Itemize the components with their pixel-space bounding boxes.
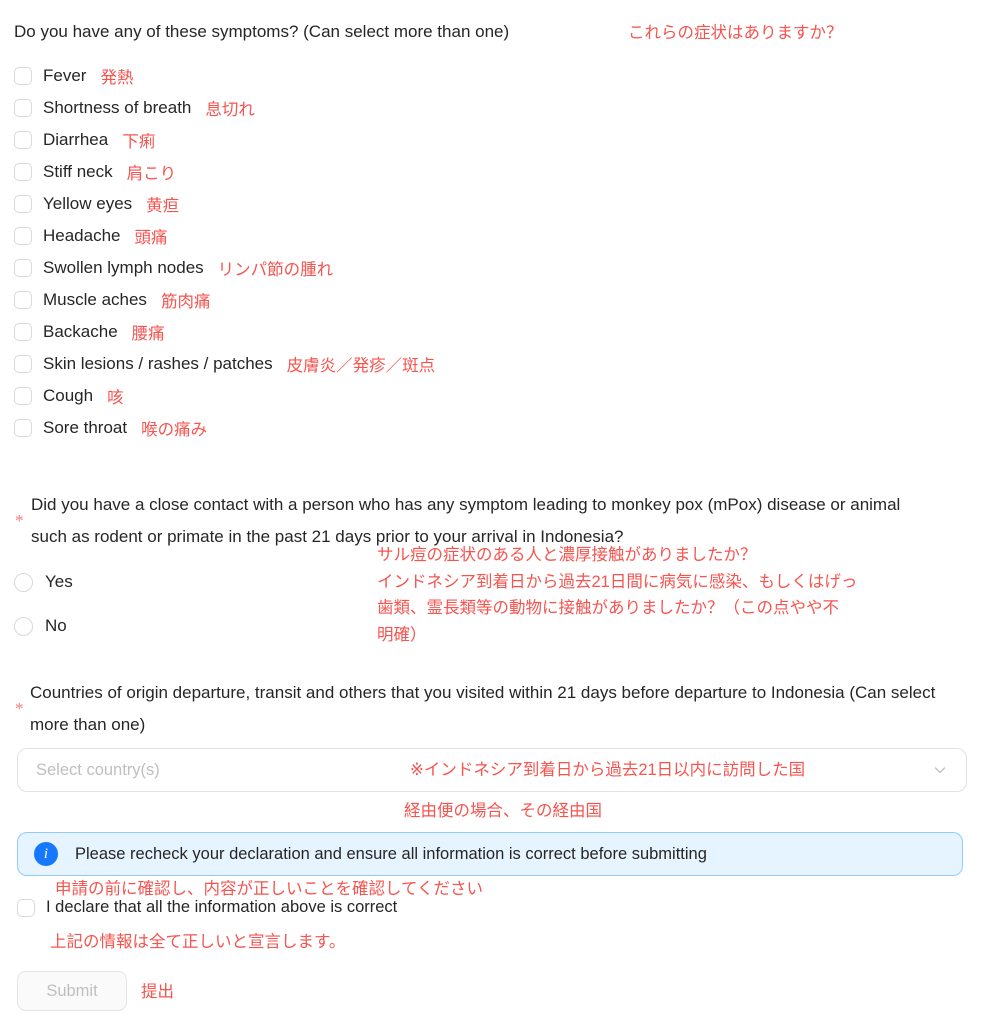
symptom-checkbox[interactable] — [14, 323, 32, 341]
symptom-annotation: 筋肉痛 — [160, 293, 211, 311]
symptom-label: Muscle aches — [43, 290, 147, 309]
symptoms-question-annotation: これらの症状はありますか？ — [628, 24, 843, 42]
symptom-annotation: 発熱 — [100, 69, 134, 87]
mpox-question-annotation: サル痘の症状のある人と濃厚接触がありましたか？ インドネシア到着日から過去21日… — [377, 542, 937, 649]
mpox-option-yes[interactable]: Yes — [14, 560, 73, 604]
countries-required-asterisk: * — [15, 699, 24, 718]
symptom-label: Sore throat — [43, 418, 128, 437]
symptom-item-sore-throat[interactable]: Sore throat 喉の痛み — [14, 412, 914, 444]
symptom-label: Cough — [43, 386, 94, 405]
countries-annotation-line-1: ※インドネシア到着日から過去21日以内に訪問した国 — [410, 761, 806, 779]
symptom-checkbox[interactable] — [14, 131, 32, 149]
info-banner-text: Please recheck your declaration and ensu… — [75, 844, 707, 863]
symptom-item-yellow-eyes[interactable]: Yellow eyes 黄疸 — [14, 188, 914, 220]
symptom-checkbox[interactable] — [14, 387, 32, 405]
symptom-checkbox[interactable] — [14, 163, 32, 181]
mpox-annotation-line-2: インドネシア到着日から過去21日間に病気に感染、もしくはげっ — [377, 572, 858, 591]
symptom-label: Diarrhea — [43, 130, 109, 149]
symptom-annotation: 下痢 — [122, 133, 156, 151]
symptom-annotation: 咳 — [107, 389, 124, 407]
mpox-annotation-line-3: 歯類、霊長類等の動物に接触がありましたか？（この点やや不 — [377, 599, 839, 618]
symptom-label: Stiff neck — [43, 162, 113, 181]
radio-label: Yes — [45, 572, 73, 591]
declaration-label: I declare that all the information above… — [46, 898, 398, 916]
radio-button[interactable] — [14, 572, 33, 592]
countries-question-label: Countries of origin departure, transit a… — [30, 683, 936, 734]
symptom-annotation: 皮膚炎／発疹／斑点 — [286, 357, 436, 375]
symptoms-checkbox-group: Fever 発熱 Shortness of breath 息切れ Diarrhe… — [14, 60, 914, 444]
symptom-item-diarrhea[interactable]: Diarrhea 下痢 — [14, 124, 914, 156]
symptom-label: Backache — [43, 322, 118, 341]
symptom-label: Skin lesions / rashes / patches — [43, 354, 273, 373]
declaration-checkbox[interactable] — [17, 898, 35, 917]
declaration-annotation: 上記の情報は全て正しいと宣言します。 — [50, 933, 346, 951]
mpox-annotation-line-1: サル痘の症状のある人と濃厚接触がありましたか？ — [377, 546, 757, 564]
info-banner: i Please recheck your declaration and en… — [17, 832, 963, 876]
declaration-checkbox-row[interactable]: I declare that all the information above… — [17, 898, 397, 917]
symptom-label: Swollen lymph nodes — [43, 258, 204, 277]
countries-annotation-line-2: 経由便の場合、その経由国 — [404, 802, 602, 820]
symptom-checkbox[interactable] — [14, 291, 32, 309]
symptom-item-shortness-of-breath[interactable]: Shortness of breath 息切れ — [14, 92, 914, 124]
symptom-item-fever[interactable]: Fever 発熱 — [14, 60, 914, 92]
submit-annotation: 提出 — [141, 983, 174, 1001]
symptom-item-swollen-lymph-nodes[interactable]: Swollen lymph nodes リンパ節の腫れ — [14, 252, 914, 284]
symptom-annotation: 頭痛 — [134, 229, 168, 247]
symptom-annotation: 息切れ — [205, 101, 255, 119]
symptom-label: Yellow eyes — [43, 194, 133, 213]
mpox-option-no[interactable]: No — [14, 604, 73, 648]
symptom-checkbox[interactable] — [14, 99, 32, 117]
symptom-annotation: 肩こり — [126, 165, 177, 183]
chevron-down-icon — [934, 767, 946, 774]
symptom-checkbox[interactable] — [14, 67, 32, 85]
symptom-item-cough[interactable]: Cough 咳 — [14, 380, 914, 412]
symptoms-question-label: Do you have any of these symptoms? (Can … — [14, 22, 510, 41]
mpox-required-asterisk: * — [15, 511, 24, 530]
mpox-annotation-line-4: 明確） — [377, 626, 427, 645]
radio-button[interactable] — [14, 616, 33, 636]
symptom-checkbox[interactable] — [14, 419, 32, 437]
symptom-item-muscle-aches[interactable]: Muscle aches 筋肉痛 — [14, 284, 914, 316]
symptom-annotation: 黄疸 — [146, 197, 180, 215]
symptom-annotation: 喉の痛み — [141, 421, 208, 439]
symptom-item-headache[interactable]: Headache 頭痛 — [14, 220, 914, 252]
symptom-item-stiff-neck[interactable]: Stiff neck 肩こり — [14, 156, 914, 188]
symptom-annotation: 腰痛 — [131, 325, 165, 343]
symptom-label: Shortness of breath — [43, 98, 192, 117]
symptom-label: Fever — [43, 66, 87, 85]
symptom-annotation: リンパ節の腫れ — [217, 261, 334, 279]
radio-label: No — [45, 616, 67, 635]
symptom-checkbox[interactable] — [14, 195, 32, 213]
info-circle-icon: i — [34, 842, 58, 866]
symptom-label: Headache — [43, 226, 121, 245]
symptom-item-backache[interactable]: Backache 腰痛 — [14, 316, 914, 348]
symptom-checkbox[interactable] — [14, 355, 32, 373]
symptom-checkbox[interactable] — [14, 227, 32, 245]
submit-button[interactable]: Submit — [17, 971, 127, 1011]
mpox-radio-group: Yes No — [14, 560, 73, 648]
symptom-item-skin-lesions[interactable]: Skin lesions / rashes / patches 皮膚炎／発疹／斑… — [14, 348, 914, 380]
symptom-checkbox[interactable] — [14, 259, 32, 277]
